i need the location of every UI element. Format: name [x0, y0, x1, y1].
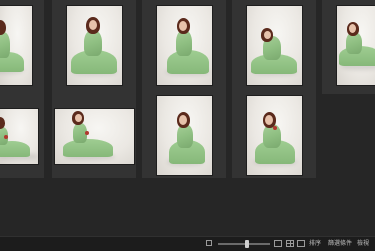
grid-cell-8[interactable] [142, 94, 226, 178]
thumbnail-5[interactable] [337, 6, 375, 85]
thumbnail-size-slider[interactable] [218, 243, 270, 245]
thumbnail-4[interactable] [247, 6, 302, 85]
grid-cell-7[interactable] [52, 94, 136, 178]
thumbnail-9[interactable] [247, 96, 302, 175]
thumbnail-2[interactable] [67, 6, 122, 85]
thumbnail-3[interactable] [157, 6, 212, 85]
grid-cell-9[interactable] [232, 94, 316, 178]
compare-view-icon[interactable] [297, 240, 305, 247]
thumbnail-1[interactable] [0, 6, 32, 85]
bottom-toolbar: 排序 篩選條件 檢視 [0, 236, 375, 251]
zoom-in-icon[interactable] [274, 240, 282, 247]
grid-view-icon[interactable] [286, 240, 294, 247]
thumbnail-8[interactable] [157, 96, 212, 175]
sort-label[interactable]: 排序 [309, 239, 321, 249]
grid-cell-1[interactable] [0, 0, 44, 94]
thumbnail-7[interactable] [55, 109, 134, 164]
thumbnail-size-slider-thumb[interactable] [245, 240, 249, 248]
zoom-out-icon[interactable] [206, 240, 212, 246]
grid-cell-2[interactable] [52, 0, 136, 94]
thumbnail-6[interactable] [0, 109, 38, 164]
grid-cell-4[interactable] [232, 0, 316, 94]
grid-cell-6[interactable] [0, 94, 44, 178]
grid-cell-3[interactable] [142, 0, 226, 94]
filter-label[interactable]: 篩選條件 [328, 239, 352, 249]
thumbnail-grid [0, 0, 375, 178]
grid-cell-5[interactable] [322, 0, 375, 94]
view-label[interactable]: 檢視 [357, 239, 369, 249]
